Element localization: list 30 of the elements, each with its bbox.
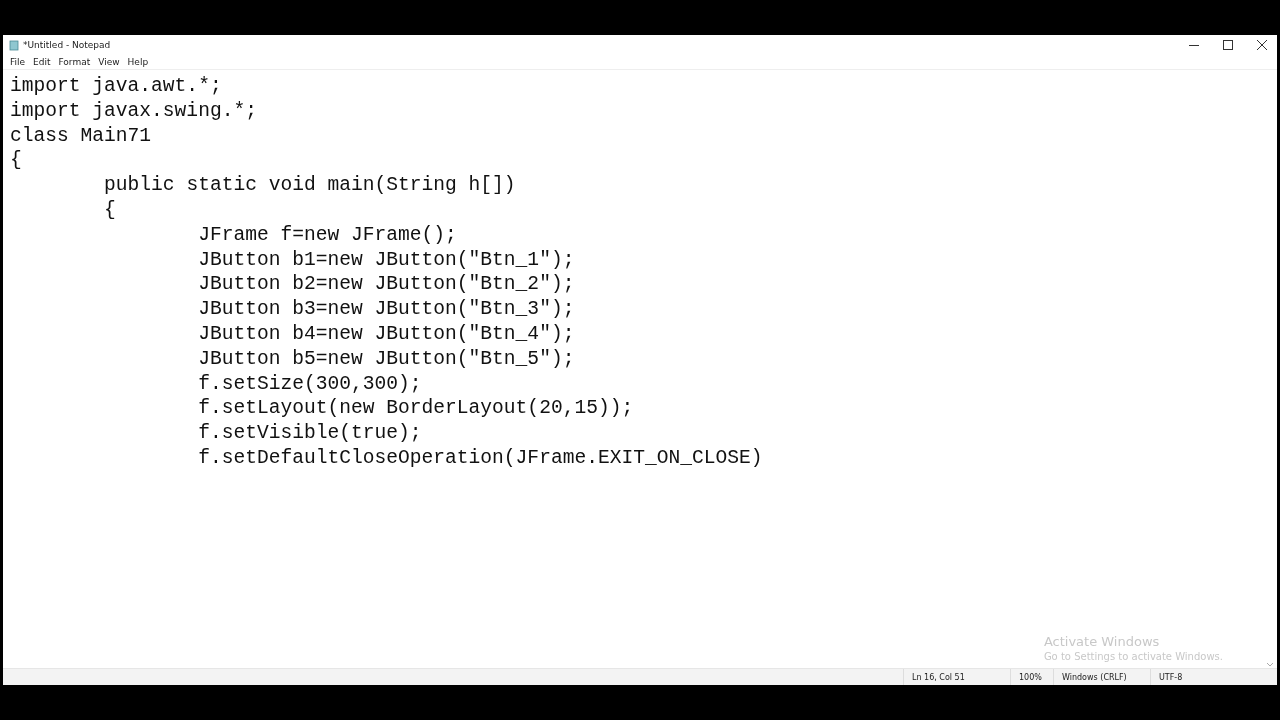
menu-item[interactable]: Format: [54, 57, 95, 67]
code-line: {: [103, 198, 117, 223]
status-item: Windows (CRLF): [1053, 669, 1150, 685]
notepad-icon: [9, 39, 19, 51]
code-line: JButton b4=new JButton("Btn_4");: [197, 321, 576, 347]
code-line: JButton b5=new JButton("Btn_5");: [197, 346, 576, 372]
code-line: class Main71: [10, 123, 153, 149]
maximize-icon: [1223, 40, 1233, 50]
code-line: JButton b3=new JButton("Btn_3");: [197, 297, 576, 322]
window-title: *Untitled - Notepad: [23, 40, 112, 50]
code-line: f.setLayout(new BorderLayout(20,15));: [197, 396, 635, 422]
code-line: {: [10, 148, 23, 174]
code-line: import javax.swing.*;: [10, 98, 258, 124]
menu-item[interactable]: View: [94, 57, 124, 67]
code-line: public static void main(String h[]): [103, 173, 517, 198]
code-line: import java.awt.*;: [10, 74, 223, 99]
menu-item[interactable]: Edit: [29, 57, 55, 67]
status-item: Ln 16, Col 51: [903, 669, 1010, 685]
code-line: JButton b2=new JButton("Btn_2");: [197, 272, 576, 298]
status-item: UTF-8: [1150, 669, 1217, 685]
menu-item[interactable]: File: [6, 57, 30, 67]
code-line: JFrame f=new JFrame();: [197, 222, 458, 248]
code-line: f.setDefaultCloseOperation(JFrame.EXIT_ON_CLOSE): [197, 445, 764, 471]
minimize-icon: [1189, 44, 1199, 46]
close-icon: [1257, 40, 1267, 50]
menu-item[interactable]: Help: [123, 57, 153, 67]
code-line: f.setSize(300,300);: [197, 371, 423, 397]
status-item: 100%: [1010, 669, 1053, 685]
code-line: JButton b1=new JButton("Btn_1");: [197, 247, 576, 273]
code-line: f.setVisible(true);: [197, 421, 423, 446]
